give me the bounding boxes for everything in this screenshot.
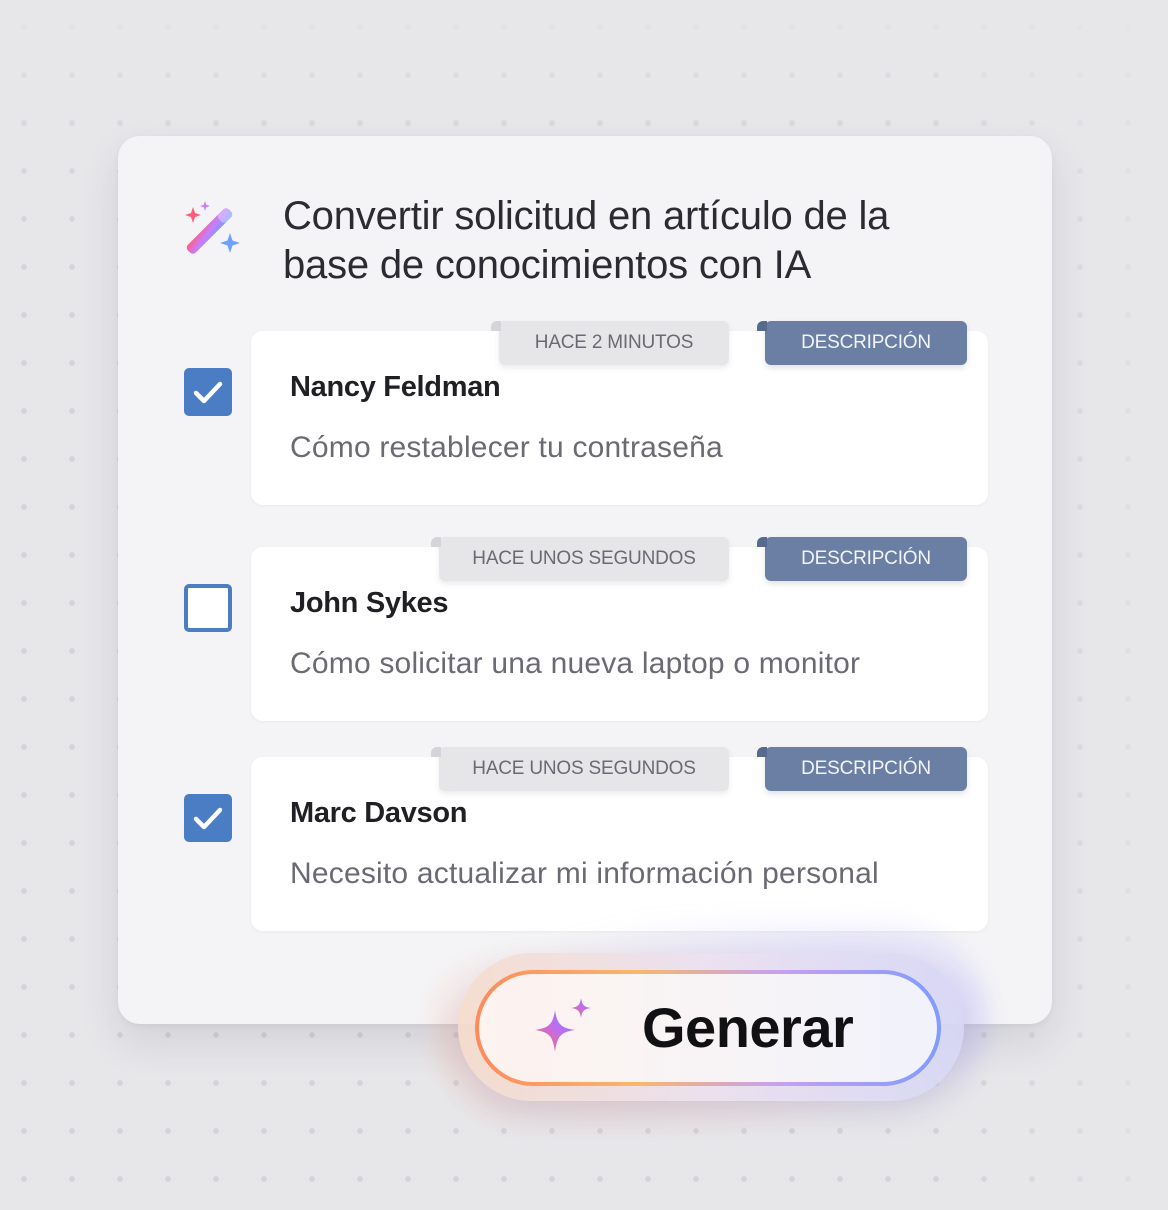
- item-checkbox-marc-davson[interactable]: [184, 794, 232, 842]
- generate-button-surface[interactable]: Generar: [479, 974, 937, 1082]
- request-subject: Cómo solicitar una nueva laptop o monito…: [290, 647, 861, 680]
- requester-name: Marc Davson: [290, 797, 468, 829]
- requester-name: John Sykes: [290, 587, 449, 619]
- request-subject: Necesito actualizar mi información perso…: [290, 857, 879, 890]
- request-item-card[interactable]: HACE 2 MINUTOS DESCRIPCIÓN Nancy Feldman…: [251, 321, 988, 505]
- description-tag: DESCRIPCIÓN: [757, 537, 967, 581]
- generate-button-label[interactable]: Generar: [642, 996, 854, 1060]
- description-tag: DESCRIPCIÓN: [757, 321, 967, 365]
- generate-button[interactable]: Generar: [475, 970, 941, 1086]
- item-checkbox-nancy-feldman[interactable]: [184, 368, 232, 416]
- time-tag: HACE UNOS SEGUNDOS: [431, 537, 729, 581]
- request-item-card[interactable]: HACE UNOS SEGUNDOS DESCRIPCIÓN Marc Davs…: [251, 747, 988, 931]
- dialog-title: Convertir solicitud en artículo de la ba…: [283, 194, 890, 287]
- ai-convert-dialog: Convertir solicitud en artículo de la ba…: [118, 136, 1052, 1024]
- time-tag: HACE UNOS SEGUNDOS: [431, 747, 729, 791]
- requester-name: Nancy Feldman: [290, 371, 501, 403]
- request-subject: Cómo restablecer tu contraseña: [290, 431, 723, 464]
- sparkle-icon: [535, 998, 591, 1052]
- description-tag: DESCRIPCIÓN: [757, 747, 967, 791]
- checkmark-icon: [193, 381, 223, 404]
- checkmark-icon: [193, 807, 223, 830]
- magic-wand-sparkles-icon: [185, 201, 240, 254]
- time-tag: HACE 2 MINUTOS: [491, 321, 729, 365]
- request-item-card[interactable]: HACE UNOS SEGUNDOS DESCRIPCIÓN John Syke…: [251, 537, 988, 721]
- item-checkbox-john-sykes[interactable]: [184, 584, 232, 632]
- page: { "dialog": { "title": "Convertir solici…: [0, 0, 1168, 1210]
